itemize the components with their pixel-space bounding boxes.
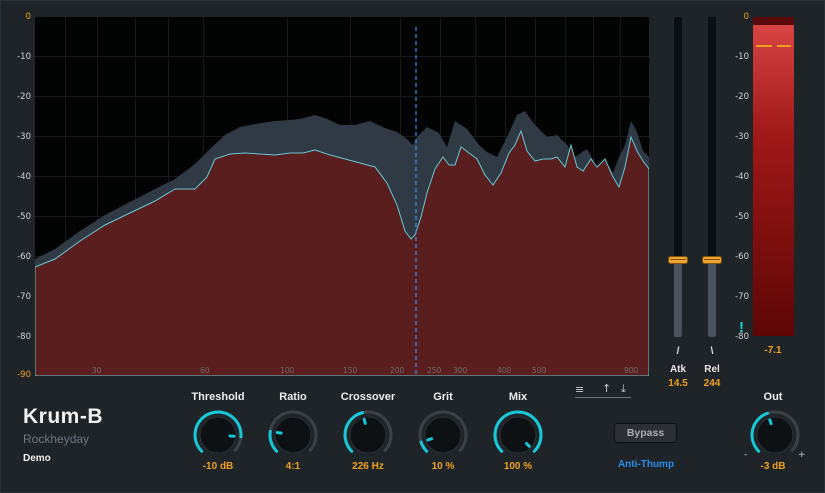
db-label: 0 (25, 12, 31, 22)
output-meter-right (774, 17, 794, 336)
db-label: -70 (17, 292, 31, 302)
threshold-knob[interactable] (192, 409, 244, 461)
output-meter-left (753, 17, 775, 336)
attack-slider-handle[interactable] (668, 256, 688, 265)
meter-db-label: 0 (743, 12, 749, 22)
meter-db-label: -50 (735, 212, 749, 222)
mix-label: Mix (508, 391, 528, 403)
output-label: Out (763, 391, 783, 403)
analyzer-db-scale: 0 -10 -20 -30 -40 -50 -60 -70 -80 -90 (1, 1, 35, 381)
freq-label: 400 (497, 366, 512, 375)
grit-knob[interactable] (417, 409, 469, 461)
meter-db-label: -70 (735, 292, 749, 302)
plugin-window: 0 -10 -20 -30 -40 -50 -60 -70 -80 -90 30… (0, 0, 825, 493)
output-plus-label: + (798, 450, 806, 460)
freq-label: 300 (453, 366, 468, 375)
db-label: -60 (17, 252, 31, 262)
menu-icon[interactable]: ≡ (575, 383, 584, 396)
meter-db-label: -30 (735, 132, 749, 142)
freq-label: 150 (343, 366, 358, 375)
attack-value[interactable]: 14.5 (662, 378, 694, 389)
download-icon[interactable]: ⤓ (621, 382, 626, 396)
meter-db-label: -60 (735, 252, 749, 262)
freq-label: 30 (92, 366, 102, 375)
company-name: Rockheyday (23, 432, 90, 446)
output-value[interactable]: -3 dB (728, 461, 818, 472)
meter-db-label: -40 (735, 172, 749, 182)
attack-tick: / (676, 346, 680, 357)
freq-label: 60 (200, 366, 210, 375)
spectrum-analyzer[interactable]: 30 60 100 150 200 250 300 400 500 900 (35, 17, 649, 376)
db-label: -10 (17, 52, 31, 62)
bypass-button[interactable]: Bypass (614, 423, 677, 443)
meter-db-label: -20 (735, 92, 749, 102)
attack-slider-fill (674, 260, 682, 337)
release-label: Rel (704, 364, 720, 375)
db-label: -40 (17, 172, 31, 182)
spectrum-graph (35, 17, 649, 376)
upload-icon[interactable]: ↑ (602, 382, 611, 395)
db-label: -80 (17, 332, 31, 342)
output-spectrum (35, 129, 649, 376)
freq-label: 100 (280, 366, 295, 375)
preset-divider (575, 397, 631, 398)
peak-indicator (756, 45, 772, 47)
db-label: -20 (17, 92, 31, 102)
db-label: -90 (17, 370, 31, 380)
mix-knob[interactable] (492, 409, 544, 461)
attack-slider[interactable] (668, 17, 688, 337)
peak-indicator (777, 45, 791, 47)
freq-label: 500 (532, 366, 547, 375)
output-knob[interactable] (749, 409, 801, 461)
clip-warning-icon[interactable]: ! (739, 319, 744, 336)
output-minus-label: - (744, 450, 748, 460)
product-name: Krum-B (23, 405, 103, 428)
crossover-knob[interactable] (342, 409, 394, 461)
meter-db-label: -10 (735, 52, 749, 62)
ratio-knob[interactable] (267, 409, 319, 461)
release-tick: \ (710, 346, 714, 357)
anti-thump-toggle[interactable]: Anti-Thump (605, 459, 687, 470)
freq-label: 900 (624, 366, 639, 375)
attack-label: Atk (669, 364, 687, 375)
release-value[interactable]: 244 (696, 378, 728, 389)
freq-label: 200 (390, 366, 405, 375)
freq-label: 250 (427, 366, 442, 375)
mix-value[interactable]: 100 % (473, 461, 563, 472)
db-label: -30 (17, 132, 31, 142)
meter-readout: -7.1 (764, 345, 782, 356)
edition-label: Demo (23, 453, 51, 464)
db-label: -50 (17, 212, 31, 222)
